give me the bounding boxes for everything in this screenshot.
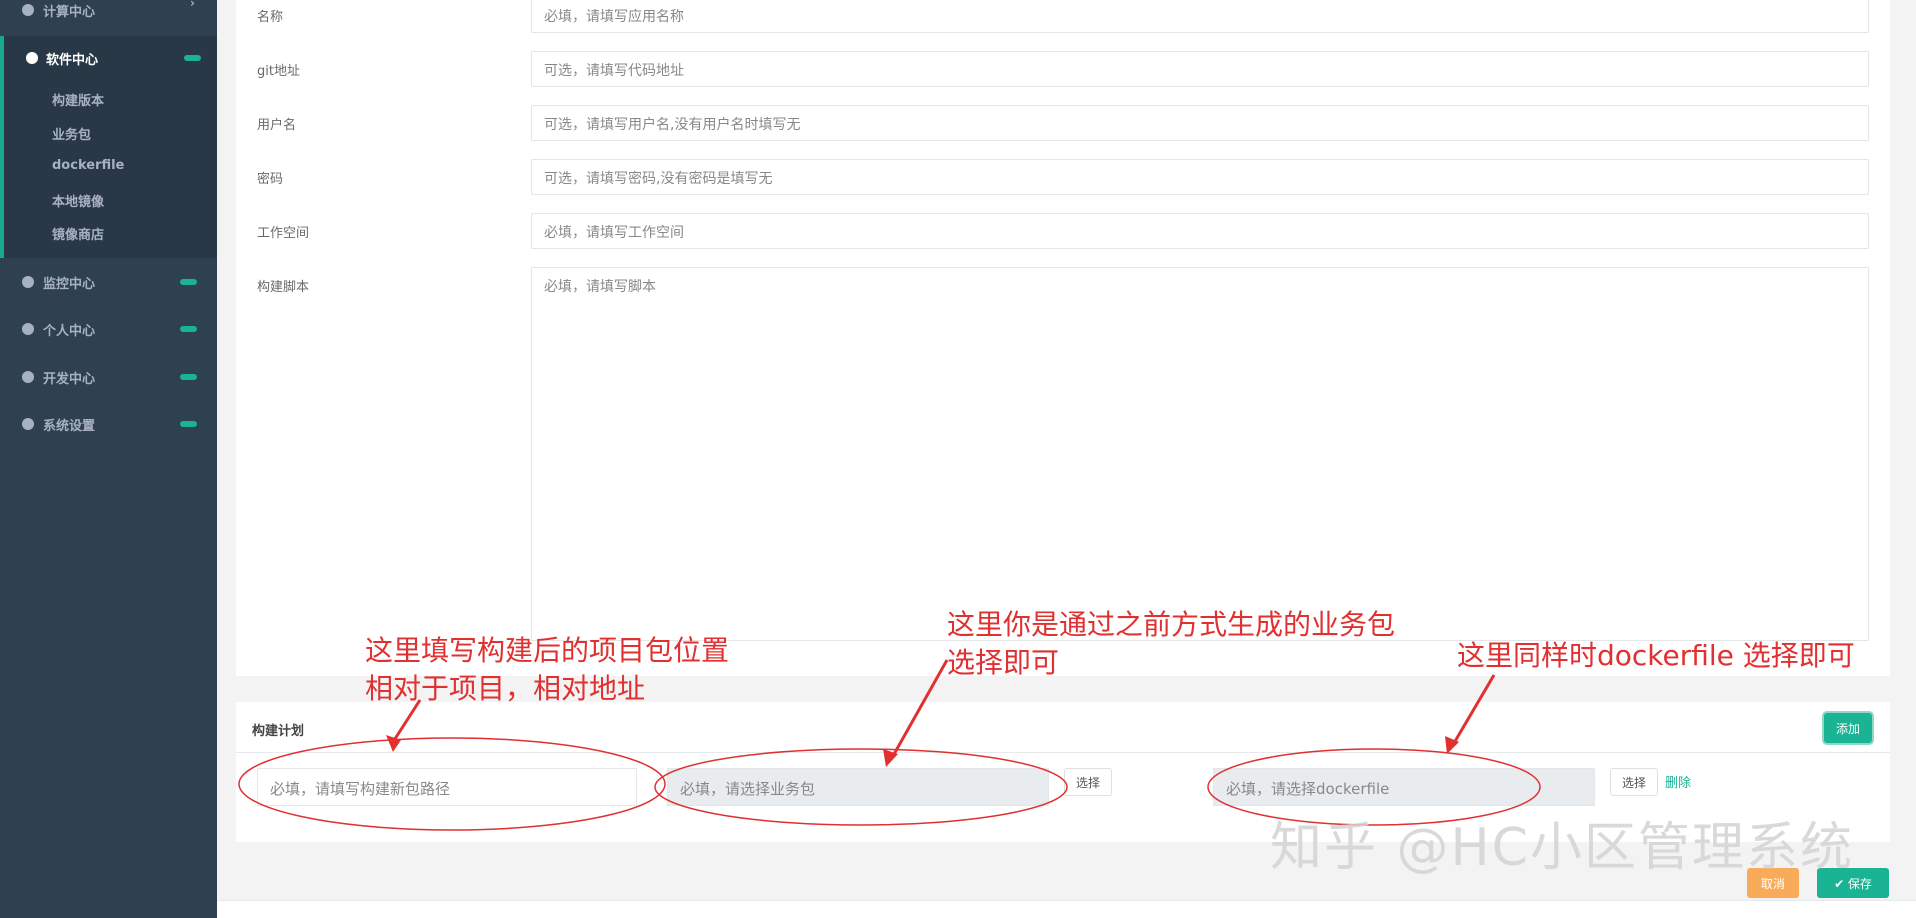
password-input[interactable]: 可选，请填写密码,没有密码是填写无 — [531, 159, 1869, 195]
sidebar-subitem-label: 构建版本 — [52, 94, 105, 109]
sidebar-subitem-label: dockerfile — [52, 158, 125, 173]
watermark: 知乎 @HC小区管理系统 — [1270, 818, 1854, 878]
annotation-text: 这里填写构建后的项目包位置 相对于项目，相对地址 — [365, 632, 729, 708]
globe-icon — [22, 4, 34, 16]
git-url-input[interactable]: 可选，请填写代码地址 — [531, 51, 1869, 87]
dockerfile-input[interactable]: 必填，请选择dockerfile — [1213, 768, 1595, 806]
sidebar-subitem-business-package[interactable]: 业务包 — [0, 116, 217, 146]
sidebar-item-dev-center[interactable]: 开发中心 — [0, 357, 217, 397]
sidebar-subitem-label: 本地镜像 — [52, 195, 105, 210]
sidebar-item-label: 计算中心 — [43, 4, 96, 20]
annotation-line: 这里填写构建后的项目包位置 — [365, 634, 730, 667]
footer — [217, 900, 1916, 918]
username-input[interactable]: 可选，请填写用户名,没有用户名时填写无 — [531, 105, 1869, 141]
sidebar-item-label: 监控中心 — [43, 276, 96, 292]
name-input[interactable]: 必填，请填写应用名称 — [531, 0, 1869, 33]
field-label-git-url: git地址 — [257, 64, 300, 79]
sidebar: 计算中心 › 软件中心 构建版本 业务包 dockerfile 本地镜像 镜像商… — [0, 0, 217, 918]
select-package-button[interactable]: 选择 — [1064, 768, 1112, 796]
delete-link[interactable]: 删除 — [1665, 772, 1691, 791]
status-badge — [184, 55, 201, 61]
divider — [236, 752, 1890, 753]
globe-icon — [22, 418, 34, 430]
sidebar-item-label: 开发中心 — [43, 371, 96, 387]
globe-icon — [26, 52, 38, 64]
field-label-workspace: 工作空间 — [257, 226, 310, 241]
sidebar-subitem-label: 镜像商店 — [52, 228, 105, 243]
sidebar-item-monitor-center[interactable]: 监控中心 — [0, 262, 217, 302]
annotation-text: 这里你是通过之前方式生成的业务包 选择即可 — [947, 606, 1395, 682]
status-badge — [180, 421, 197, 427]
field-label-username: 用户名 — [257, 118, 297, 133]
status-badge — [180, 326, 197, 332]
globe-icon — [22, 276, 34, 288]
add-button[interactable]: 添加 — [1824, 713, 1872, 743]
sidebar-item-label: 软件中心 — [46, 52, 99, 68]
field-label-name: 名称 — [257, 10, 284, 25]
workspace-input[interactable]: 必填，请填写工作空间 — [531, 213, 1869, 249]
sidebar-item-personal-center[interactable]: 个人中心 — [0, 309, 217, 349]
annotation-line: 这里你是通过之前方式生成的业务包 — [947, 608, 1396, 641]
sidebar-subitem-image-store[interactable]: 镜像商店 — [0, 216, 217, 246]
globe-icon — [22, 323, 34, 335]
sidebar-item-label: 系统设置 — [43, 418, 96, 434]
annotation-text: 这里同样时dockerfile 选择即可 — [1457, 639, 1855, 672]
sidebar-subitem-label: 业务包 — [52, 128, 92, 143]
sidebar-subitem-dockerfile[interactable]: dockerfile — [0, 150, 217, 180]
business-package-input[interactable]: 必填，请选择业务包 — [667, 768, 1049, 806]
build-path-input[interactable]: 必填，请填写构建新包路径 — [257, 768, 637, 806]
annotation-line: 相对于项目，相对地址 — [365, 672, 646, 705]
select-dockerfile-button[interactable]: 选择 — [1610, 768, 1658, 796]
sidebar-item-system-settings[interactable]: 系统设置 — [0, 404, 217, 444]
sidebar-subitem-local-image[interactable]: 本地镜像 — [0, 183, 217, 213]
build-plan-title: 构建计划 — [252, 724, 305, 739]
chevron-right-icon: › — [190, 0, 195, 10]
field-label-password: 密码 — [257, 172, 284, 187]
field-label-build-script: 构建脚本 — [257, 280, 310, 295]
build-script-textarea[interactable]: 必填，请填写脚本 — [531, 267, 1869, 641]
sidebar-item-software-center[interactable]: 软件中心 — [0, 38, 217, 78]
status-badge — [180, 374, 197, 380]
globe-icon — [22, 371, 34, 383]
sidebar-item-label: 个人中心 — [43, 323, 96, 339]
annotation-line: 选择即可 — [947, 646, 1060, 679]
sidebar-subitem-build-version[interactable]: 构建版本 — [0, 82, 217, 112]
status-badge — [180, 279, 197, 285]
sidebar-item-compute-center[interactable]: 计算中心 › — [0, 0, 217, 30]
